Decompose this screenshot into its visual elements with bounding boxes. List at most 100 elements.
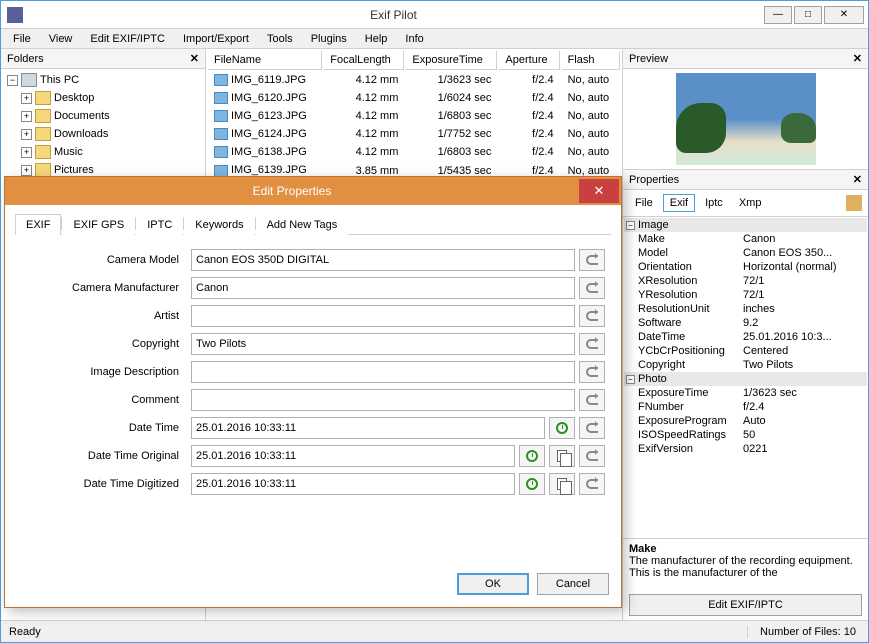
properties-close-icon[interactable]: ✕ — [853, 173, 862, 186]
undo-copyright[interactable] — [579, 333, 605, 355]
tab-exif[interactable]: Exif — [663, 194, 695, 212]
property-row[interactable]: MakeCanon — [624, 232, 867, 246]
input-artist[interactable] — [191, 305, 575, 327]
menu-import-export[interactable]: Import/Export — [175, 31, 257, 47]
tab-exif-dialog[interactable]: EXIF — [15, 214, 61, 235]
menu-file[interactable]: File — [5, 31, 39, 47]
undo-date-digitized[interactable] — [579, 473, 605, 495]
menu-help[interactable]: Help — [357, 31, 396, 47]
tree-root[interactable]: − This PC — [5, 71, 201, 89]
folders-close-icon[interactable]: ✕ — [190, 52, 199, 65]
table-row[interactable]: IMG_6124.JPG4.12 mm1/7752 secf/2.4No, au… — [208, 126, 620, 142]
tab-iptc-dialog[interactable]: IPTC — [136, 214, 183, 235]
property-row[interactable]: YResolution72/1 — [624, 288, 867, 302]
column-header[interactable]: FocalLength — [324, 51, 404, 70]
input-date-digitized[interactable] — [191, 473, 515, 495]
maximize-button[interactable]: □ — [794, 6, 822, 24]
dialog-titlebar[interactable]: Edit Properties ✕ — [5, 177, 621, 205]
undo-camera-model[interactable] — [579, 249, 605, 271]
property-row[interactable]: ResolutionUnitinches — [624, 302, 867, 316]
property-row[interactable]: ISOSpeedRatings50 — [624, 428, 867, 442]
table-row[interactable]: IMG_6120.JPG4.12 mm1/6024 secf/2.4No, au… — [208, 90, 620, 106]
property-row[interactable]: Software9.2 — [624, 316, 867, 330]
menu-edit-exif[interactable]: Edit EXIF/IPTC — [82, 31, 173, 47]
input-copyright[interactable] — [191, 333, 575, 355]
tab-add-new[interactable]: Add New Tags — [256, 214, 349, 235]
minimize-button[interactable]: — — [764, 6, 792, 24]
tree-item[interactable]: +Desktop — [5, 89, 201, 107]
tree-item[interactable]: + Music — [5, 143, 201, 161]
property-row[interactable]: CopyrightTwo Pilots — [624, 358, 867, 372]
property-row[interactable]: OrientationHorizontal (normal) — [624, 260, 867, 274]
table-row[interactable]: IMG_6119.JPG4.12 mm1/3623 secf/2.4No, au… — [208, 72, 620, 88]
property-row[interactable]: ExifVersion0221 — [624, 442, 867, 456]
collapse-icon[interactable]: − — [7, 75, 18, 86]
tree-item[interactable]: +Downloads — [5, 125, 201, 143]
dialog-close-button[interactable]: ✕ — [579, 179, 619, 203]
undo-description[interactable] — [579, 361, 605, 383]
property-row[interactable]: DateTime25.01.2016 10:3... — [624, 330, 867, 344]
copy-date-digitized[interactable] — [549, 473, 575, 495]
column-header[interactable]: Flash — [562, 51, 620, 70]
titlebar[interactable]: Exif Pilot — □ ✕ — [1, 1, 868, 29]
undo-manufacturer[interactable] — [579, 277, 605, 299]
tab-file[interactable]: File — [629, 195, 659, 211]
tree-item[interactable]: +Documents — [5, 107, 201, 125]
column-header[interactable]: ExposureTime — [406, 51, 497, 70]
expand-icon[interactable]: + — [21, 111, 32, 122]
ok-button[interactable]: OK — [457, 573, 529, 595]
menu-info[interactable]: Info — [397, 31, 431, 47]
expand-icon[interactable]: + — [21, 147, 32, 158]
preview-image[interactable] — [676, 73, 816, 165]
table-row[interactable]: IMG_6123.JPG4.12 mm1/6803 secf/2.4No, au… — [208, 108, 620, 124]
input-date-original[interactable] — [191, 445, 515, 467]
tab-iptc[interactable]: Iptc — [699, 195, 729, 211]
property-row[interactable]: ExposureProgramAuto — [624, 414, 867, 428]
column-header[interactable]: Aperture — [499, 51, 559, 70]
expand-icon[interactable]: + — [21, 129, 32, 140]
column-header[interactable]: FileName — [208, 51, 322, 70]
property-row[interactable]: FNumberf/2.4 — [624, 400, 867, 414]
expand-icon[interactable]: + — [21, 165, 32, 176]
table-row[interactable]: IMG_6138.JPG4.12 mm1/6803 secf/2.4No, au… — [208, 144, 620, 160]
property-group[interactable]: −Photo — [624, 372, 867, 386]
tab-xmp[interactable]: Xmp — [733, 195, 768, 211]
properties-grid-icon[interactable] — [846, 195, 862, 211]
cancel-button[interactable]: Cancel — [537, 573, 609, 595]
input-date-time[interactable] — [191, 417, 545, 439]
edit-exif-button[interactable]: Edit EXIF/IPTC — [629, 594, 862, 616]
clock-date-original[interactable] — [519, 445, 545, 467]
menu-tools[interactable]: Tools — [259, 31, 301, 47]
property-row[interactable]: YCbCrPositioningCentered — [624, 344, 867, 358]
collapse-icon[interactable]: − — [626, 375, 635, 384]
close-button[interactable]: ✕ — [824, 6, 864, 24]
folder-icon — [35, 163, 51, 177]
properties-tree[interactable]: −ImageMakeCanonModelCanon EOS 350...Orie… — [623, 216, 868, 538]
input-camera-model[interactable] — [191, 249, 575, 271]
undo-date-time[interactable] — [579, 417, 605, 439]
tab-exif-gps[interactable]: EXIF GPS — [62, 214, 135, 235]
tree-item-label: Music — [54, 146, 83, 158]
undo-artist[interactable] — [579, 305, 605, 327]
undo-comment[interactable] — [579, 389, 605, 411]
input-description[interactable] — [191, 361, 575, 383]
property-row[interactable]: ExposureTime1/3623 sec — [624, 386, 867, 400]
copy-date-original[interactable] — [549, 445, 575, 467]
menu-plugins[interactable]: Plugins — [303, 31, 355, 47]
file-table[interactable]: FileNameFocalLengthExposureTimeApertureF… — [206, 49, 622, 181]
preview-close-icon[interactable]: ✕ — [853, 52, 862, 65]
undo-icon — [586, 451, 598, 461]
undo-date-original[interactable] — [579, 445, 605, 467]
property-row[interactable]: XResolution72/1 — [624, 274, 867, 288]
property-row[interactable]: ModelCanon EOS 350... — [624, 246, 867, 260]
menu-view[interactable]: View — [41, 31, 81, 47]
tab-keywords[interactable]: Keywords — [184, 214, 254, 235]
input-manufacturer[interactable] — [191, 277, 575, 299]
property-group[interactable]: −Image — [624, 218, 867, 232]
collapse-icon[interactable]: − — [626, 221, 635, 230]
folder-tree[interactable]: − This PC +Desktop+Documents+Downloads+M… — [1, 69, 205, 181]
expand-icon[interactable]: + — [21, 93, 32, 104]
clock-date-digitized[interactable] — [519, 473, 545, 495]
clock-date-time[interactable] — [549, 417, 575, 439]
input-comment[interactable] — [191, 389, 575, 411]
